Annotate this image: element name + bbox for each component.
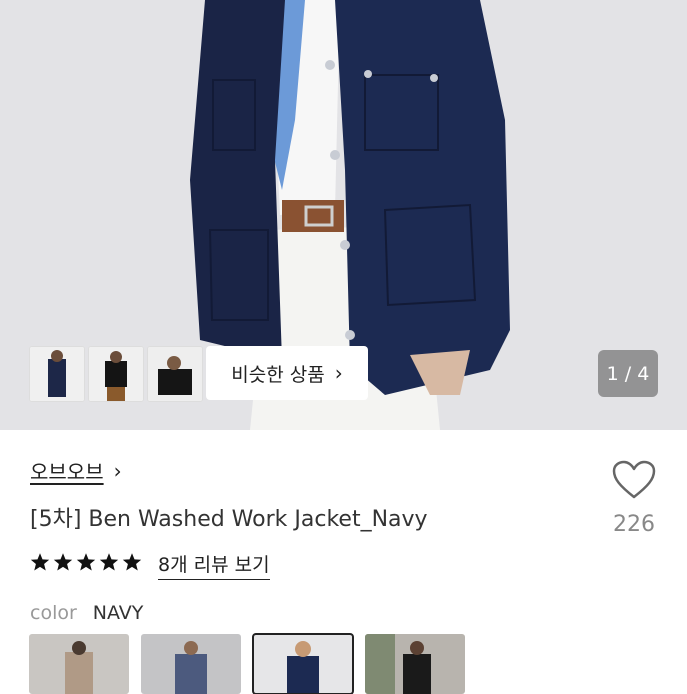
heart-outline-icon <box>612 460 656 499</box>
star-icon <box>76 553 96 571</box>
product-title: [5차] Ben Washed Work Jacket_Navy <box>30 507 428 532</box>
star-icon <box>30 553 50 571</box>
color-option-2[interactable] <box>141 634 241 694</box>
thumbnail-2[interactable] <box>88 346 144 402</box>
thumbnail-image <box>148 347 202 401</box>
like-count: 226 <box>613 512 655 537</box>
brand-link[interactable]: 오브오브 › <box>30 456 122 485</box>
color-option-image <box>141 634 241 694</box>
color-value: NAVY <box>92 602 144 624</box>
color-option-4[interactable] <box>365 634 465 694</box>
color-option-1[interactable] <box>29 634 129 694</box>
brand-name: 오브오브 <box>30 460 104 484</box>
like-button[interactable] <box>608 460 660 504</box>
color-option-image <box>365 634 465 694</box>
chevron-right-icon: › <box>334 361 343 385</box>
similar-products-button[interactable]: 비슷한 상품 › <box>206 346 368 400</box>
star-icon <box>122 553 142 571</box>
thumbnail-1[interactable] <box>29 346 85 402</box>
star-icon <box>99 553 119 571</box>
color-label: color <box>30 602 77 624</box>
star-icon <box>53 553 73 571</box>
color-row: color NAVY <box>30 602 143 624</box>
color-option-3-selected[interactable] <box>252 633 354 694</box>
similar-products-label: 비슷한 상품 <box>231 363 325 386</box>
thumbnail-image <box>89 347 143 401</box>
thumbnail-3[interactable] <box>147 346 203 402</box>
thumbnail-image <box>30 347 84 401</box>
review-link[interactable]: 8개 리뷰 보기 <box>158 550 270 580</box>
image-counter: 1 / 4 <box>598 350 658 397</box>
chevron-right-icon: › <box>113 458 122 483</box>
color-option-image <box>253 634 353 694</box>
product-hero-image[interactable]: 비슷한 상품 › 1 / 4 <box>0 0 687 430</box>
color-option-image <box>29 634 129 694</box>
rating-stars <box>30 552 142 572</box>
